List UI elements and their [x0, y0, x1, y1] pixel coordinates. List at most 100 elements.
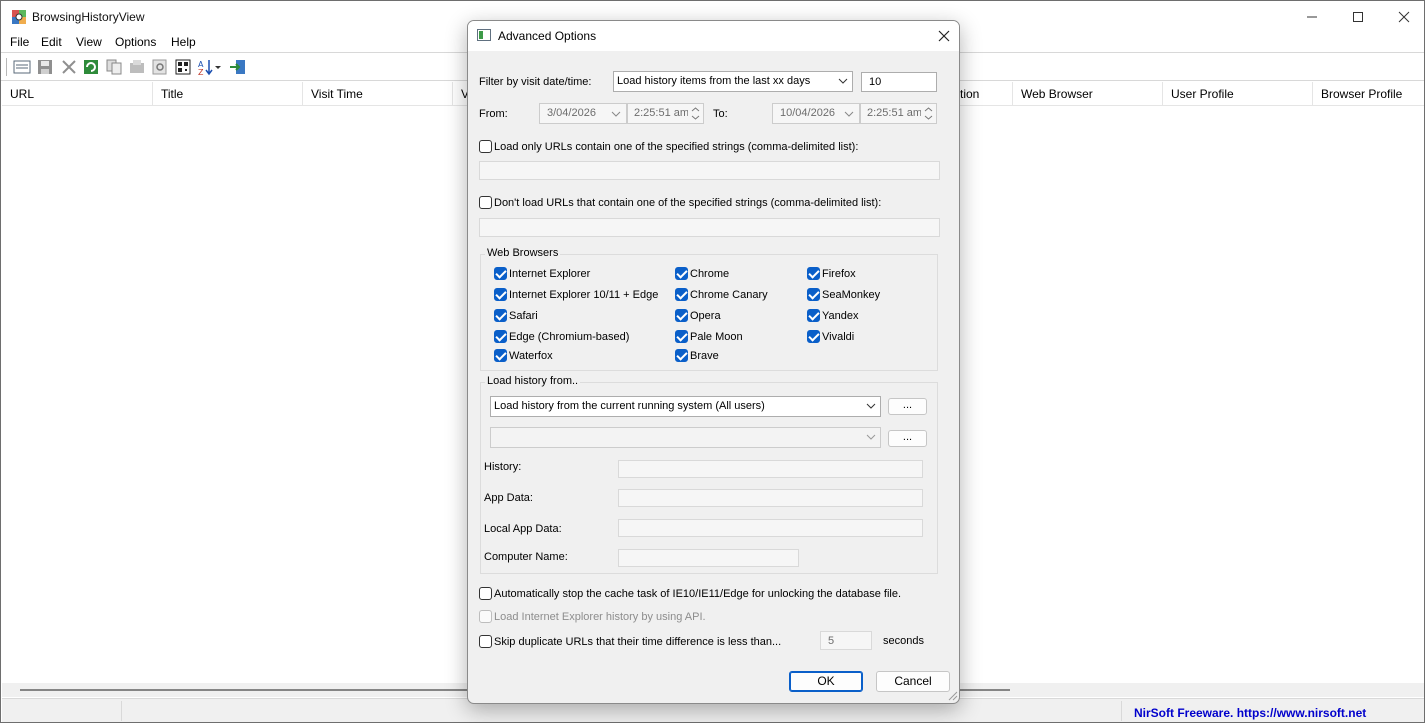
sort-icon[interactable]: AZ: [197, 58, 223, 76]
browser-firefox-label: Firefox: [822, 268, 856, 280]
html-report-icon[interactable]: [128, 58, 146, 76]
browser-pale-moon-label: Pale Moon: [690, 331, 743, 343]
browser-opera-checkbox[interactable]: [675, 309, 688, 322]
chevron-down-icon: [866, 434, 876, 440]
load-from-value: Load history from the current running sy…: [494, 400, 765, 412]
app-title: BrowsingHistoryView: [32, 10, 145, 24]
ok-button[interactable]: OK: [789, 671, 863, 692]
browser-pale-moon-checkbox[interactable]: [675, 330, 688, 343]
col-transition[interactable]: tion: [952, 82, 1013, 106]
properties-icon[interactable]: [13, 58, 31, 76]
browser-vivaldi-checkbox[interactable]: [807, 330, 820, 343]
chevron-down-icon: [838, 78, 848, 84]
browser-chrome-checkbox[interactable]: [675, 267, 688, 280]
browser-seamonkey-checkbox[interactable]: [807, 288, 820, 301]
computer-name-input[interactable]: [618, 549, 799, 567]
chevron-down-icon: [611, 111, 621, 117]
chevron-down-icon: [844, 111, 854, 117]
auto-stop-checkbox[interactable]: [479, 587, 492, 600]
browser-internet-explorer-checkbox[interactable]: [494, 267, 507, 280]
menu-options[interactable]: Options: [115, 35, 156, 49]
filter-value: Load history items from the last xx days: [617, 75, 811, 87]
col-visit-time[interactable]: Visit Time: [303, 82, 453, 106]
browser-chrome-canary-label: Chrome Canary: [690, 289, 768, 301]
menu-help[interactable]: Help: [171, 35, 196, 49]
skip-duplicates-checkbox[interactable]: [479, 635, 492, 648]
skip-duplicates-label: Skip duplicate URLs that their time diff…: [494, 636, 782, 648]
dialog-close-button[interactable]: [926, 21, 959, 51]
menu-view[interactable]: View: [76, 35, 102, 49]
maximize-icon: [1353, 12, 1363, 22]
auto-stop-label: Automatically stop the cache task of IE1…: [494, 588, 902, 600]
col-title[interactable]: Title: [153, 82, 303, 106]
browser-internet-explorer-label: Internet Explorer: [509, 268, 591, 280]
spin-icon: [921, 104, 936, 123]
dont-load-label: Don't load URLs that contain one of the …: [494, 197, 882, 209]
from-time-value: 2:25:51 am: [634, 107, 690, 119]
resize-grip-icon[interactable]: [948, 691, 958, 701]
copy-icon[interactable]: [105, 58, 123, 76]
history-input[interactable]: [618, 460, 923, 478]
save-icon[interactable]: [36, 58, 54, 76]
load-from-dropdown[interactable]: Load history from the current running sy…: [490, 396, 881, 417]
delete-icon[interactable]: [60, 58, 78, 76]
browser-ie-edge-checkbox[interactable]: [494, 288, 507, 301]
menu-edit[interactable]: Edit: [41, 35, 62, 49]
col-user-profile[interactable]: User Profile: [1163, 82, 1313, 106]
from-time-picker[interactable]: 2:25:51 am: [627, 103, 704, 124]
maximize-button[interactable]: [1335, 1, 1381, 33]
seconds-label: seconds: [883, 635, 924, 647]
dialog-icon: [477, 29, 491, 41]
skip-seconds-input[interactable]: 5: [820, 631, 872, 650]
browser-firefox-checkbox[interactable]: [807, 267, 820, 280]
to-time-value: 2:25:51 am: [867, 107, 923, 119]
to-date-picker[interactable]: 10/04/2026: [772, 103, 860, 124]
browse-profile-button[interactable]: ...: [888, 430, 927, 447]
browser-waterfox-checkbox[interactable]: [494, 349, 507, 362]
appdata-input[interactable]: [618, 489, 923, 507]
dialog-title-bar: Advanced Options: [468, 21, 959, 51]
localappdata-input[interactable]: [618, 519, 923, 537]
profile-dropdown[interactable]: [490, 427, 881, 448]
qr-icon[interactable]: [174, 58, 192, 76]
browser-vivaldi-label: Vivaldi: [822, 331, 855, 343]
menu-file[interactable]: File: [10, 35, 29, 49]
close-button[interactable]: [1381, 1, 1425, 33]
browser-safari-label: Safari: [509, 310, 538, 322]
load-only-checkbox[interactable]: [479, 140, 492, 153]
browser-brave-checkbox[interactable]: [675, 349, 688, 362]
browser-edge-chromium-checkbox[interactable]: [494, 330, 507, 343]
minimize-button[interactable]: [1289, 1, 1335, 33]
dont-load-input[interactable]: [479, 218, 940, 237]
browser-yandex-checkbox[interactable]: [807, 309, 820, 322]
browser-chrome-canary-checkbox[interactable]: [675, 288, 688, 301]
load-only-input[interactable]: [479, 161, 940, 180]
refresh-icon[interactable]: [82, 58, 100, 76]
load-history-title: Load history from..: [485, 375, 581, 387]
spin-icon: [688, 104, 703, 123]
col-web-browser[interactable]: Web Browser: [1013, 82, 1163, 106]
browser-opera-label: Opera: [690, 310, 721, 322]
find-icon[interactable]: [151, 58, 169, 76]
cancel-button[interactable]: Cancel: [876, 671, 950, 692]
days-input[interactable]: 10: [861, 72, 937, 92]
browser-yandex-label: Yandex: [822, 310, 859, 322]
filter-dropdown[interactable]: Load history items from the last xx days: [613, 71, 853, 92]
col-url[interactable]: URL: [2, 82, 153, 106]
ie-api-checkbox[interactable]: [479, 610, 492, 623]
localappdata-label: Local App Data:: [484, 523, 562, 535]
browse-button[interactable]: ...: [888, 398, 927, 415]
browser-safari-checkbox[interactable]: [494, 309, 507, 322]
chevron-down-icon: [866, 403, 876, 409]
from-date-value: 3/04/2026: [547, 107, 596, 119]
advanced-options-dialog: Advanced Options Filter by visit date/ti…: [467, 20, 960, 704]
nirsoft-link[interactable]: NirSoft Freeware. https://www.nirsoft.ne…: [1134, 706, 1366, 720]
computer-name-label: Computer Name:: [484, 551, 568, 563]
dont-load-checkbox[interactable]: [479, 196, 492, 209]
col-browser-profile[interactable]: Browser Profile: [1313, 82, 1424, 106]
from-date-picker[interactable]: 3/04/2026: [539, 103, 627, 124]
to-time-picker[interactable]: 2:25:51 am: [860, 103, 937, 124]
to-date-value: 10/04/2026: [780, 107, 836, 119]
close-icon: [1398, 11, 1410, 23]
exit-icon[interactable]: [229, 58, 247, 76]
